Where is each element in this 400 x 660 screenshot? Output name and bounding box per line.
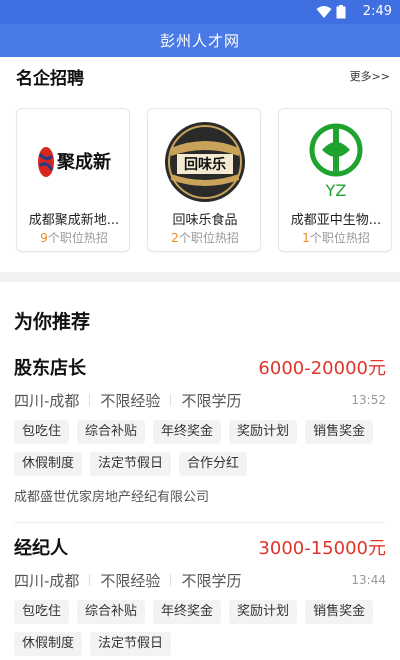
- job-card[interactable]: 股东店长 6000-20000元 四川-成都 不限经验 不限学历 13:52 包…: [0, 352, 400, 505]
- job-card[interactable]: 经纪人 3000-15000元 四川-成都 不限经验 不限学历 13:44 包吃…: [0, 532, 400, 656]
- job-experience: 不限经验: [100, 391, 161, 410]
- job-location: 四川-成都: [14, 571, 80, 590]
- status-bar: 2:49: [0, 0, 400, 24]
- juchengxin-logo-icon: 聚成新: [32, 120, 116, 204]
- company-jobs: 2个职位热招: [148, 229, 262, 246]
- company-jobs: 9个职位热招: [17, 229, 131, 246]
- status-time: 2:49: [362, 4, 392, 19]
- company-logo: YZ: [294, 120, 378, 204]
- company-name: 成都亚中生物...: [290, 213, 382, 228]
- app-title: 彭州人才网: [159, 32, 240, 50]
- separator: [89, 394, 91, 406]
- job-tag: 年终奖金: [153, 420, 222, 444]
- job-salary: 3000-15000元: [258, 538, 386, 559]
- jobs-suffix: 个职位热招: [309, 231, 370, 245]
- job-salary: 6000-20000元: [258, 358, 386, 379]
- recommend-title: 为你推荐: [14, 310, 91, 333]
- famous-companies-title: 名企招聘: [16, 68, 84, 89]
- company-card[interactable]: YZ 成都亚中生物... 1个职位热招: [278, 108, 392, 252]
- job-count: 1: [302, 231, 310, 245]
- company-logo-text: 聚成新: [56, 151, 111, 173]
- famous-companies-header: 名企招聘 更多>>: [0, 64, 400, 89]
- jobs-suffix: 个职位热招: [47, 231, 108, 245]
- job-tags: 包吃住 综合补贴 年终奖金 奖励计划 销售奖金 休假制度 法定节假日: [14, 600, 386, 656]
- app-bar: 彭州人才网: [0, 24, 400, 57]
- job-education: 不限学历: [181, 391, 242, 410]
- job-tag: 销售奖金: [305, 420, 374, 444]
- battery-icon: [336, 5, 346, 19]
- section-divider: [0, 272, 400, 282]
- separator: [170, 394, 172, 406]
- wifi-icon: [316, 6, 332, 18]
- company-logo: 聚成新: [32, 120, 116, 204]
- job-tag: 综合补贴: [77, 420, 146, 444]
- job-count: 9: [40, 231, 48, 245]
- more-link[interactable]: 更多>>: [350, 68, 390, 84]
- job-tag: 奖励计划: [229, 600, 298, 624]
- separator: [89, 574, 91, 586]
- company-card[interactable]: 回味乐 回味乐食品 2个职位热招: [147, 108, 261, 252]
- job-count: 2: [171, 231, 179, 245]
- jobs-suffix: 个职位热招: [178, 231, 239, 245]
- job-tag: 销售奖金: [305, 600, 374, 624]
- company-logo: 回味乐: [163, 120, 247, 204]
- job-tag: 年终奖金: [153, 600, 222, 624]
- company-card[interactable]: 聚成新 成都聚成新地... 9个职位热招: [16, 108, 130, 252]
- company-list: 聚成新 成都聚成新地... 9个职位热招 回味乐 回味乐食品 2个职位热招 YZ…: [16, 108, 392, 252]
- job-company: 成都盛世优家房地产经纪有限公司: [14, 490, 210, 505]
- company-logo-text: YZ: [325, 181, 347, 200]
- job-tag: 奖励计划: [229, 420, 298, 444]
- job-tag: 法定节假日: [90, 632, 172, 656]
- job-education: 不限学历: [181, 571, 242, 590]
- job-tag: 法定节假日: [90, 452, 172, 476]
- job-location: 四川-成都: [14, 391, 80, 410]
- job-time: 13:44: [351, 573, 386, 587]
- huiweile-logo-icon: 回味乐: [163, 120, 247, 204]
- job-experience: 不限经验: [100, 571, 161, 590]
- job-time: 13:52: [351, 393, 386, 407]
- job-divider: [14, 522, 386, 523]
- job-title: 股东店长: [14, 358, 86, 379]
- job-tag: 包吃住: [14, 420, 70, 444]
- job-title: 经纪人: [14, 538, 68, 559]
- job-tag: 休假制度: [14, 632, 83, 656]
- job-tag: 综合补贴: [77, 600, 146, 624]
- job-tag: 休假制度: [14, 452, 83, 476]
- job-tag: 包吃住: [14, 600, 70, 624]
- recommend-header: 为你推荐: [0, 306, 400, 334]
- company-name: 成都聚成新地...: [28, 213, 120, 228]
- company-logo-text: 回味乐: [184, 156, 226, 173]
- company-jobs: 1个职位热招: [279, 229, 393, 246]
- yazhong-logo-icon: YZ: [294, 120, 378, 204]
- status-icons: [316, 5, 346, 19]
- separator: [170, 574, 172, 586]
- job-tag: 合作分红: [179, 452, 248, 476]
- job-tags: 包吃住 综合补贴 年终奖金 奖励计划 销售奖金 休假制度 法定节假日 合作分红: [14, 420, 386, 476]
- company-name: 回味乐食品: [172, 213, 238, 228]
